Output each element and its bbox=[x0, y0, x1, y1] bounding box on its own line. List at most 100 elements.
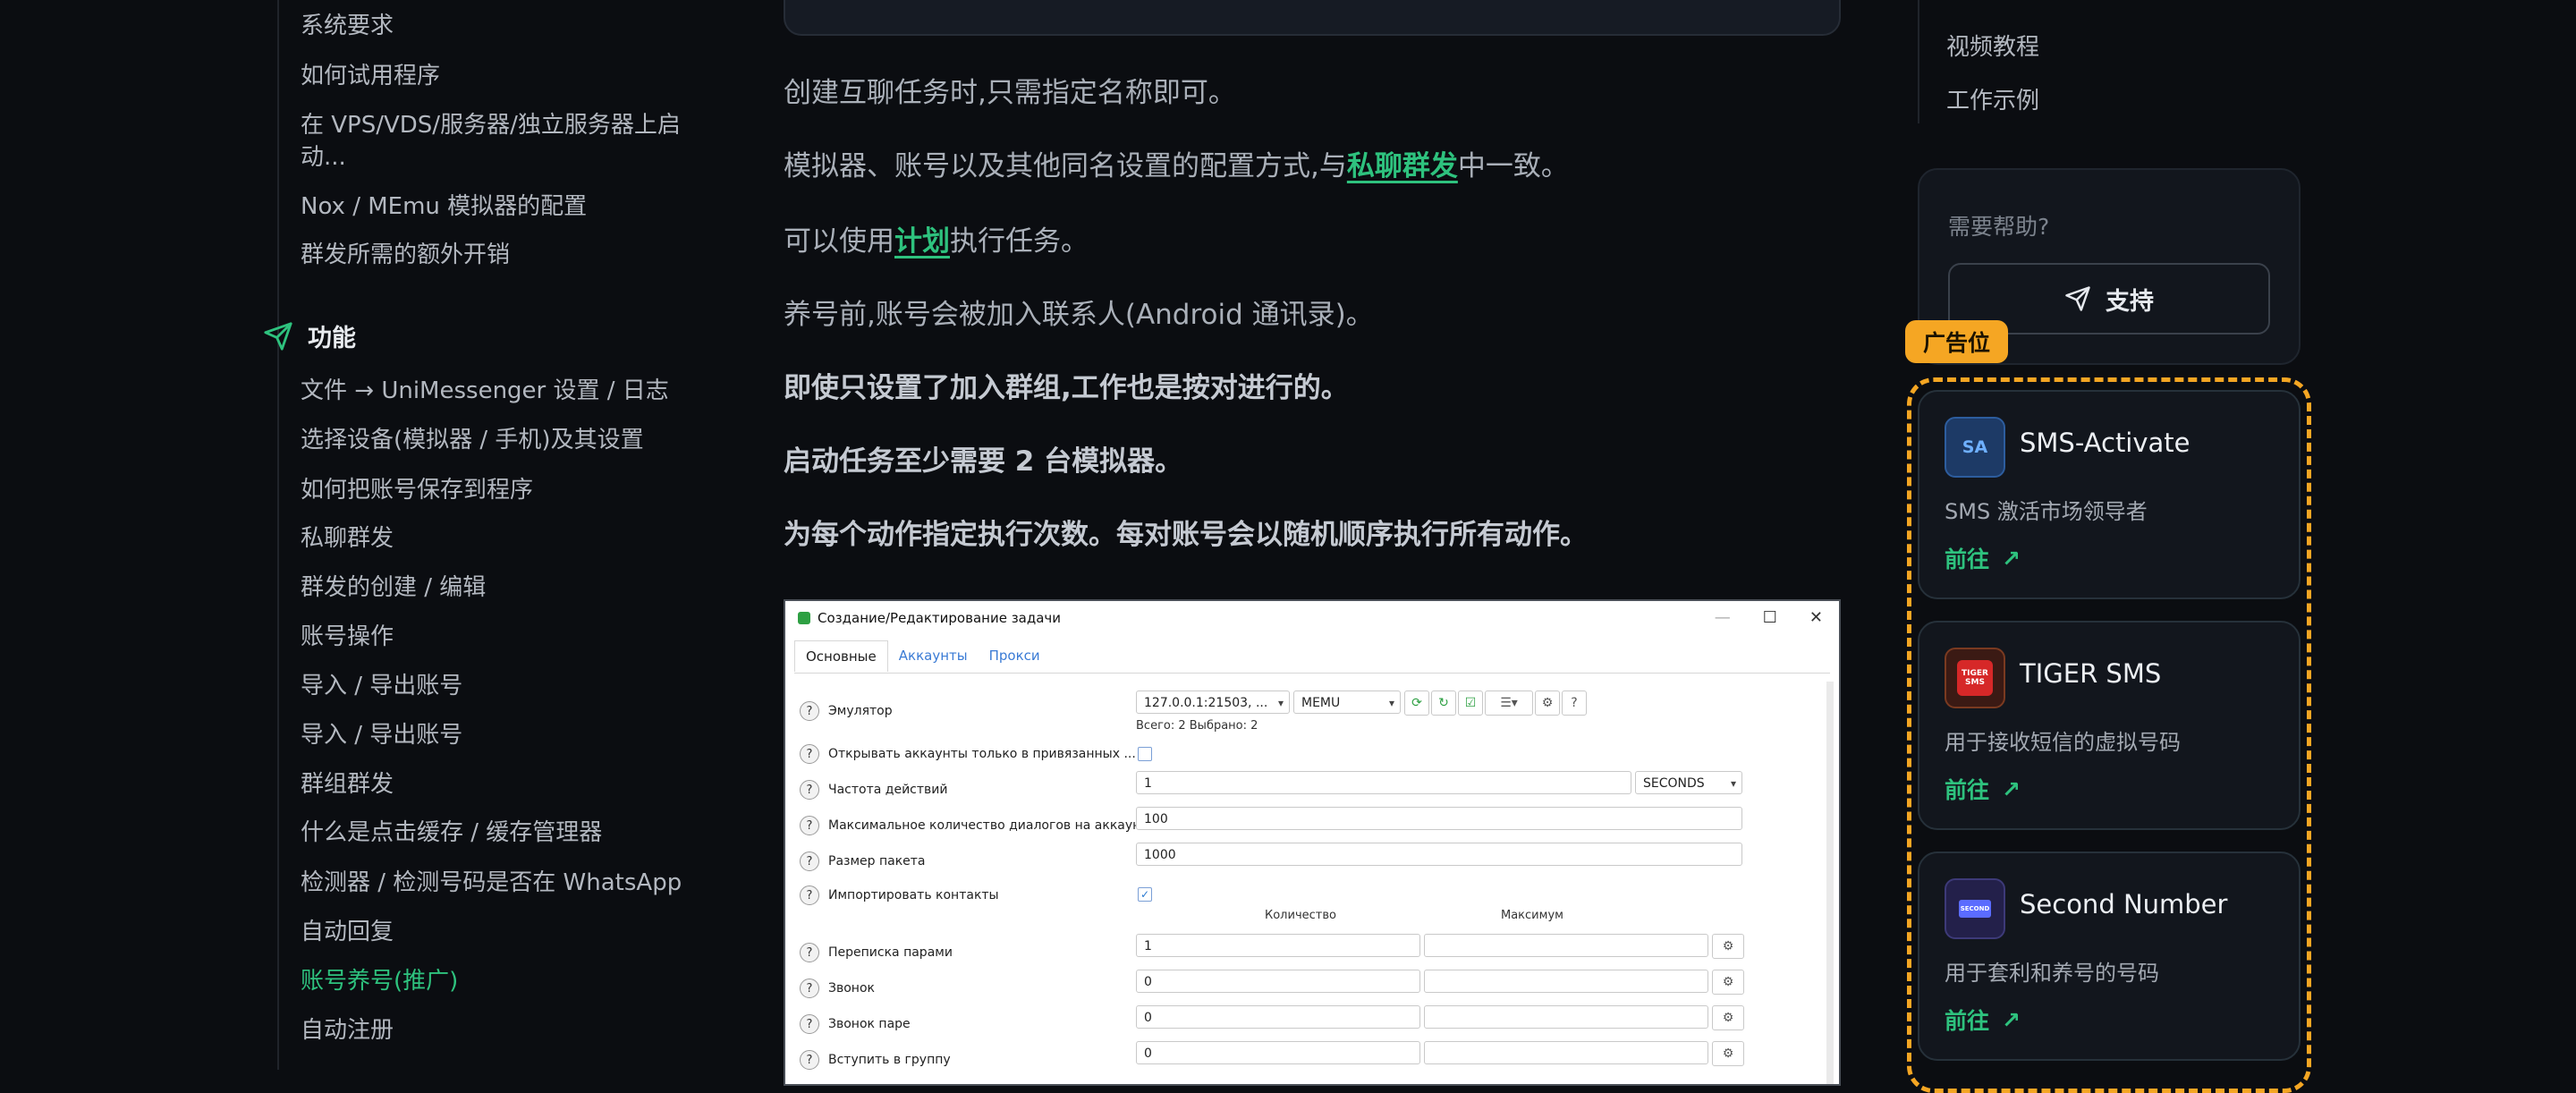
nav-item-vps[interactable]: 在 VPS/VDS/服务器/独立服务器上启动... bbox=[301, 109, 694, 174]
row-emulator: ? Эмулятор bbox=[800, 701, 893, 721]
paragraph-2-text: 模拟器、账号以及其他同名设置的配置方式,与 bbox=[784, 150, 1347, 182]
help-icon[interactable]: ? bbox=[800, 780, 819, 800]
column-max-header: Максимум bbox=[1501, 909, 1563, 922]
nav-item-system-requirements[interactable]: 系统要求 bbox=[301, 11, 394, 41]
tab-main[interactable]: Основные bbox=[794, 640, 888, 672]
row-label: Звонок bbox=[828, 981, 875, 996]
minimize-icon[interactable]: — bbox=[1715, 608, 1731, 627]
nav-item-cache[interactable]: 什么是点击缓存 / 缓存管理器 bbox=[301, 818, 602, 848]
open-accounts-checkbox[interactable] bbox=[1138, 747, 1152, 761]
help-icon[interactable]: ? bbox=[800, 701, 819, 721]
frequency-input[interactable]: 1 bbox=[1136, 771, 1631, 794]
nav-item-nox-memu[interactable]: Nox / MEmu 模拟器的配置 bbox=[301, 191, 587, 222]
max-dialogs-input[interactable]: 100 bbox=[1136, 807, 1742, 830]
call-max-input[interactable] bbox=[1424, 970, 1708, 993]
nav-section-label: 功能 bbox=[308, 325, 356, 352]
app-icon bbox=[798, 612, 810, 624]
go-label: 前往 bbox=[1945, 777, 1990, 803]
nav-item-device[interactable]: 选择设备(模拟器 / 手机)及其设置 bbox=[301, 425, 644, 455]
nav-item-autoreg[interactable]: 自动注册 bbox=[301, 1015, 394, 1046]
ad-card-tiger-sms[interactable]: TIGER SMS TIGER SMS 用于接收短信的虚拟号码 前往 ↗ bbox=[1918, 621, 2301, 830]
ad-description: 用于套利和养号的号码 bbox=[1945, 961, 2159, 986]
arrow-up-right-icon: ↗ bbox=[2002, 545, 2021, 572]
nav-item-overhead[interactable]: 群发所需的额外开销 bbox=[301, 240, 510, 270]
paragraph-3-text: 可以使用 bbox=[784, 225, 894, 258]
nav-item-import-export-2[interactable]: 导入 / 导出账号 bbox=[301, 720, 462, 750]
reload-icon[interactable]: ↻ bbox=[1431, 691, 1456, 716]
nav-item-save-accounts[interactable]: 如何把账号保存到程序 bbox=[301, 475, 533, 505]
toc-rail bbox=[1918, 0, 1919, 123]
maximize-icon[interactable]: ☐ bbox=[1763, 608, 1777, 627]
pairs-count-input[interactable]: 1 bbox=[1136, 934, 1420, 957]
nav-item-trial[interactable]: 如何试用程序 bbox=[301, 61, 440, 91]
nav-item-autoreply[interactable]: 自动回复 bbox=[301, 917, 394, 947]
ad-card-sms-activate[interactable]: SA SMS-Activate SMS 激活市场领导者 前往 ↗ bbox=[1918, 390, 2301, 599]
help-icon[interactable]: ? bbox=[800, 979, 819, 998]
call-count-input[interactable]: 0 bbox=[1136, 970, 1420, 993]
nav-item-dm-mailing[interactable]: 私聊群发 bbox=[301, 523, 394, 554]
dialog-scrollbar[interactable] bbox=[1826, 682, 1834, 1084]
tab-proxy[interactable]: Прокси bbox=[979, 640, 1051, 672]
join-group-max-input[interactable] bbox=[1424, 1041, 1708, 1064]
help-icon[interactable]: ? bbox=[800, 885, 819, 905]
nav-item-account-ops[interactable]: 账号操作 bbox=[301, 622, 394, 652]
sliders-icon[interactable]: ⚙ bbox=[1712, 1005, 1744, 1030]
toc-item-video[interactable]: 视频教程 bbox=[1946, 29, 2039, 62]
row-join-group: ? Вступить в группу bbox=[800, 1050, 951, 1070]
sliders-icon[interactable]: ⚙ bbox=[1712, 934, 1744, 959]
tab-accounts[interactable]: Аккаунты bbox=[888, 640, 979, 672]
call-pair-max-input[interactable] bbox=[1424, 1005, 1708, 1029]
nav-item-group-mailing[interactable]: 群组群发 bbox=[301, 769, 394, 800]
nav-item-create-mailing[interactable]: 群发的创建 / 编辑 bbox=[301, 572, 486, 603]
row-label: Эмулятор bbox=[828, 704, 893, 718]
help-icon[interactable]: ? bbox=[800, 744, 819, 764]
logo-text: SECOND bbox=[1959, 900, 1991, 918]
packet-size-input[interactable]: 1000 bbox=[1136, 843, 1742, 866]
close-icon[interactable]: ✕ bbox=[1809, 608, 1823, 627]
ad-go-link[interactable]: 前往 ↗ bbox=[1945, 773, 2021, 805]
nav-item-import-export-1[interactable]: 导入 / 导出账号 bbox=[301, 671, 462, 701]
emulator-select[interactable]: 127.0.0.1:21503, ... bbox=[1136, 691, 1290, 715]
left-sidebar: 系统要求 如何试用程序 在 VPS/VDS/服务器/独立服务器上启动... No… bbox=[0, 0, 716, 1070]
column-count-header: Количество bbox=[1265, 909, 1336, 922]
question-icon[interactable]: ? bbox=[1562, 691, 1587, 716]
list-menu-icon[interactable]: ☰▾ bbox=[1485, 691, 1533, 716]
help-icon[interactable]: ? bbox=[800, 1050, 819, 1070]
toc-item-examples[interactable]: 工作示例 bbox=[1946, 82, 2039, 115]
link-dm-mailing[interactable]: 私聊群发 bbox=[1347, 150, 1458, 182]
nav-item-checker[interactable]: 检测器 / 检测号码是否在 WhatsApp bbox=[301, 868, 682, 898]
sliders-icon[interactable]: ⚙ bbox=[1712, 970, 1744, 995]
import-contacts-checkbox[interactable]: ✓ bbox=[1138, 887, 1152, 902]
ad-go-link[interactable]: 前往 ↗ bbox=[1945, 542, 2021, 574]
code-block bbox=[784, 0, 1841, 36]
ad-name: Second Number bbox=[2020, 889, 2228, 919]
row-pairs: ? Переписка парами bbox=[800, 943, 953, 962]
ad-card-second-number[interactable]: SECOND Second Number 用于套利和养号的号码 前往 ↗ bbox=[1918, 852, 2301, 1061]
nav-item-warmup[interactable]: 账号养号(推广) bbox=[301, 966, 458, 996]
nav-item-settings-log[interactable]: 文件 → UniMessenger 设置 / 日志 bbox=[301, 376, 669, 406]
row-packet-size: ? Размер пакета bbox=[800, 852, 926, 871]
check-all-icon[interactable]: ☑ bbox=[1458, 691, 1483, 716]
row-call: ? Звонок bbox=[800, 979, 875, 998]
help-icon[interactable]: ? bbox=[800, 943, 819, 962]
emulator-type-select[interactable]: MEMU bbox=[1293, 691, 1401, 715]
link-schedule[interactable]: 计划 bbox=[894, 225, 950, 258]
frequency-unit-select[interactable]: SECONDS bbox=[1635, 771, 1742, 795]
help-icon[interactable]: ? bbox=[800, 852, 819, 871]
settings-icon[interactable]: ⚙ bbox=[1535, 691, 1560, 716]
help-icon[interactable]: ? bbox=[800, 816, 819, 835]
tab-divider bbox=[794, 673, 1830, 674]
row-label: Открывать аккаунты только в привязанных … bbox=[828, 747, 1136, 761]
emulator-count: Всего: 2 Выбрано: 2 bbox=[1136, 719, 1258, 733]
row-label: Импортировать контакты bbox=[828, 888, 999, 902]
paragraph-2: 模拟器、账号以及其他同名设置的配置方式,与私聊群发中一致。 bbox=[784, 147, 1569, 186]
call-pair-count-input[interactable]: 0 bbox=[1136, 1005, 1420, 1029]
help-icon[interactable]: ? bbox=[800, 1014, 819, 1034]
paragraph-3-tail: 执行任务。 bbox=[950, 225, 1089, 258]
nav-section-features[interactable]: 功能 bbox=[263, 318, 356, 353]
ad-go-link[interactable]: 前往 ↗ bbox=[1945, 1004, 2021, 1036]
refresh-icon[interactable]: ⟳ bbox=[1404, 691, 1429, 716]
join-group-count-input[interactable]: 0 bbox=[1136, 1041, 1420, 1064]
sliders-icon[interactable]: ⚙ bbox=[1712, 1041, 1744, 1066]
pairs-max-input[interactable] bbox=[1424, 934, 1708, 957]
